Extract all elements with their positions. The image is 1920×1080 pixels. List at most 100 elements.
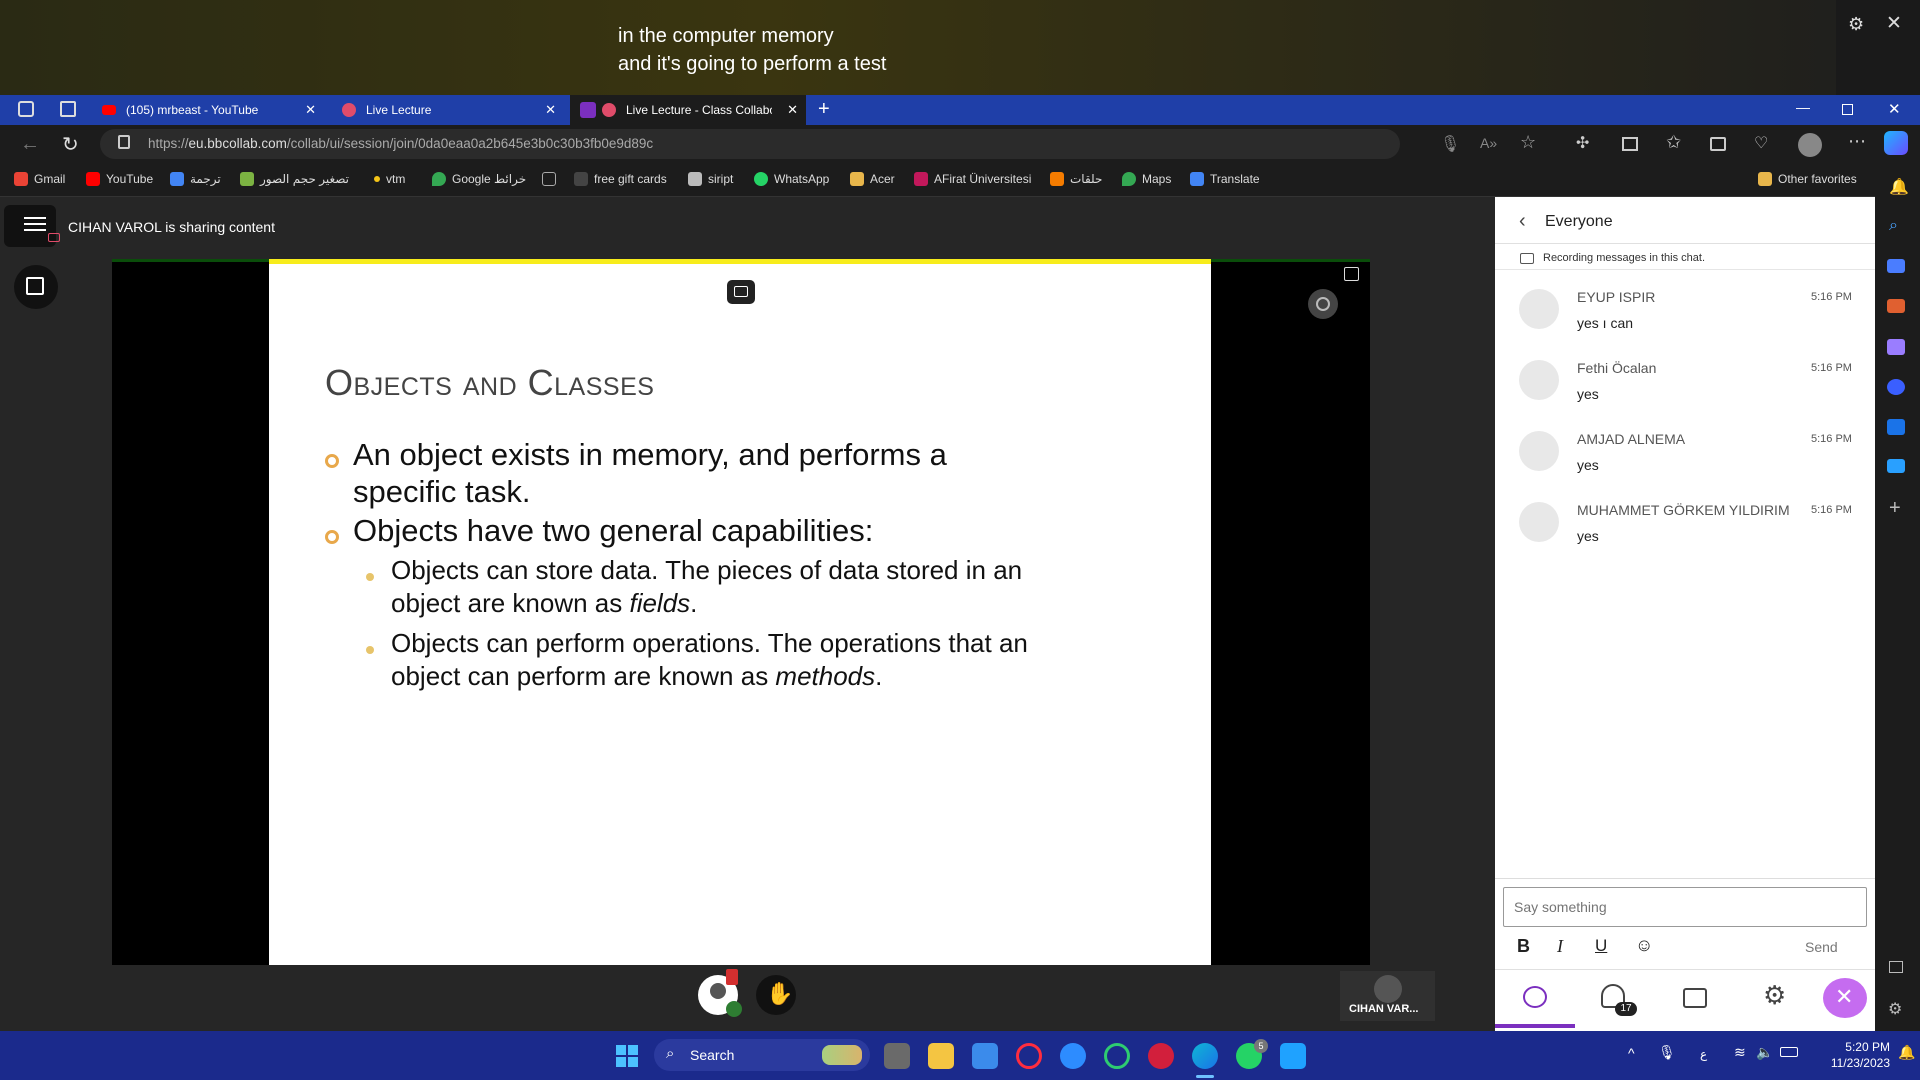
fav-youtube[interactable]: YouTube (86, 172, 153, 186)
tab-share-content[interactable] (1655, 970, 1735, 1028)
telegram-icon[interactable] (1887, 459, 1905, 473)
hide-sidebar-icon[interactable] (1889, 961, 1903, 973)
minimize-icon[interactable]: — (1796, 99, 1810, 115)
back-chevron-icon[interactable]: ‹ (1519, 210, 1526, 233)
collections-icon[interactable] (1710, 137, 1726, 151)
raise-hand-button[interactable]: ✋ (756, 975, 796, 1015)
tab-settings[interactable]: ⚙ (1735, 970, 1815, 1028)
fav-vtm[interactable]: vtm (374, 172, 405, 186)
back-icon[interactable]: ← (20, 133, 40, 156)
window-close-icon[interactable]: ✕ (1888, 100, 1901, 118)
fav-free-gift-cards[interactable]: free gift cards (574, 172, 667, 186)
tab-live-lecture[interactable]: Live Lecture ✕ (332, 95, 564, 125)
fav-translate[interactable]: Translate (1190, 172, 1260, 186)
fav-siript[interactable]: siript (688, 172, 733, 186)
fav-maps[interactable]: Maps (1122, 172, 1171, 186)
expand-content-icon[interactable] (1344, 267, 1359, 281)
content-search-button[interactable] (14, 265, 58, 309)
profile-avatar[interactable] (1798, 133, 1822, 157)
fav-translate-ar[interactable]: ترجمة (170, 172, 221, 186)
fav-whatsapp[interactable]: WhatsApp (754, 172, 829, 186)
keyboard-app-icon[interactable] (1280, 1043, 1306, 1069)
new-tab-icon[interactable]: + (818, 98, 830, 121)
send-button[interactable]: Send (1805, 939, 1838, 955)
fav-firat-university[interactable]: AFirat Üniversitesi (914, 172, 1031, 186)
underline-button[interactable]: U (1595, 936, 1607, 956)
favorite-star-icon[interactable]: ☆ (1520, 132, 1536, 153)
restore-icon[interactable] (1842, 104, 1853, 115)
session-menu-button[interactable] (4, 205, 60, 247)
microphone-icon[interactable]: 🎙 (1440, 134, 1460, 154)
clock[interactable]: 5:20 PM 11/23/2023 (1810, 1039, 1890, 1071)
start-button[interactable] (616, 1045, 638, 1067)
presenter-video-tile[interactable]: CIHAN VAR... (1340, 971, 1435, 1021)
opera-icon[interactable] (1016, 1043, 1042, 1069)
volume-icon[interactable]: 🔈 (1756, 1044, 1773, 1061)
tab-chat[interactable] (1495, 970, 1575, 1028)
tools-icon[interactable] (1887, 299, 1905, 313)
notifications-bell-icon[interactable]: 🔔 (1898, 1044, 1915, 1061)
copilot-icon[interactable] (1884, 131, 1908, 155)
browser-essentials-icon[interactable]: ♡ (1754, 133, 1768, 153)
start-icon (616, 1045, 626, 1055)
favorites-icon[interactable]: ✩ (1666, 132, 1681, 153)
address-bar[interactable]: https://eu.bbcollab.com/collab/ui/sessio… (100, 129, 1400, 159)
fav-google-maps-ar[interactable]: Google خرائط (432, 172, 526, 186)
microphone-icon[interactable]: 🎙 (1658, 1044, 1676, 1061)
url-domain: eu.bbcollab.com (188, 136, 287, 151)
sidebar-settings-icon[interactable]: ⚙ (1888, 999, 1902, 1019)
more-options-icon[interactable]: ⋯ (1848, 131, 1866, 152)
fav-label: Gmail (34, 172, 66, 186)
fit-content-button[interactable] (727, 280, 755, 304)
antivirus-icon[interactable] (1148, 1043, 1174, 1069)
wifi-icon[interactable]: ≋ (1734, 1044, 1746, 1061)
outlook-icon[interactable] (1887, 419, 1905, 435)
content-settings-button[interactable] (1308, 289, 1338, 319)
search-icon[interactable]: ⌕ (1889, 217, 1898, 235)
tab-youtube[interactable]: (105) mrbeast - YouTube ✕ (92, 95, 324, 125)
shopping-icon[interactable] (1887, 259, 1905, 273)
games-icon[interactable] (1887, 339, 1905, 355)
battery-icon[interactable] (1780, 1047, 1798, 1057)
add-icon[interactable]: + (1889, 497, 1901, 520)
caption-settings-icon[interactable]: ⚙ (1848, 14, 1864, 35)
read-aloud-icon[interactable]: A» (1480, 135, 1497, 151)
fav-page[interactable] (542, 172, 556, 186)
close-tab-icon[interactable]: ✕ (787, 102, 798, 118)
taskbar-search[interactable]: ⌕ Search (654, 1039, 870, 1071)
bold-button[interactable]: B (1517, 936, 1530, 957)
grammarly-icon[interactable] (1104, 1043, 1130, 1069)
sub-bullet-emphasis: methods (775, 661, 876, 691)
split-screen-icon[interactable] (1622, 137, 1638, 151)
bell-icon[interactable]: 🔔 (1889, 177, 1909, 197)
tab-class-collaborate[interactable]: Live Lecture - Class Collabor ✕ (570, 95, 806, 125)
fav-image-resizer[interactable]: تصغير حجم الصور (240, 172, 349, 186)
close-tab-icon[interactable]: ✕ (305, 102, 316, 118)
my-status-button[interactable] (698, 969, 742, 1017)
copilot-sidebar-icon[interactable] (1887, 379, 1905, 395)
refresh-icon[interactable]: ↻ (62, 132, 79, 157)
workspaces-icon[interactable] (18, 101, 34, 117)
italic-button[interactable]: I (1557, 936, 1563, 957)
other-favorites[interactable]: Other favorites (1758, 172, 1857, 186)
emoji-button[interactable]: ☺ (1635, 935, 1653, 956)
tab-actions-icon[interactable] (60, 101, 76, 117)
fav-episodes-ar[interactable]: حلقات (1050, 172, 1102, 186)
close-panel-button[interactable]: ✕ (1823, 978, 1867, 1018)
microsoft-store-icon[interactable] (972, 1043, 998, 1069)
edge-icon[interactable] (1192, 1043, 1218, 1069)
caption-line-1: in the computer memory (618, 25, 834, 47)
file-explorer-icon[interactable] (928, 1043, 954, 1069)
extensions-icon[interactable]: ✣ (1576, 133, 1589, 153)
input-language[interactable]: ع (1700, 1047, 1707, 1061)
chat-message-input[interactable] (1503, 887, 1867, 927)
fav-gmail[interactable]: Gmail (14, 172, 65, 186)
close-tab-icon[interactable]: ✕ (545, 102, 556, 118)
show-hidden-icons[interactable]: ^ (1628, 1045, 1635, 1061)
zoom-icon[interactable] (1060, 1043, 1086, 1069)
caption-close-icon[interactable]: ✕ (1886, 12, 1902, 35)
task-view-icon[interactable] (884, 1043, 910, 1069)
fav-acer[interactable]: Acer (850, 172, 895, 186)
collaborate-session: CIHAN VAROL is sharing content Objects a… (0, 197, 1495, 1031)
tab-attendees[interactable]: 17 (1575, 970, 1655, 1028)
